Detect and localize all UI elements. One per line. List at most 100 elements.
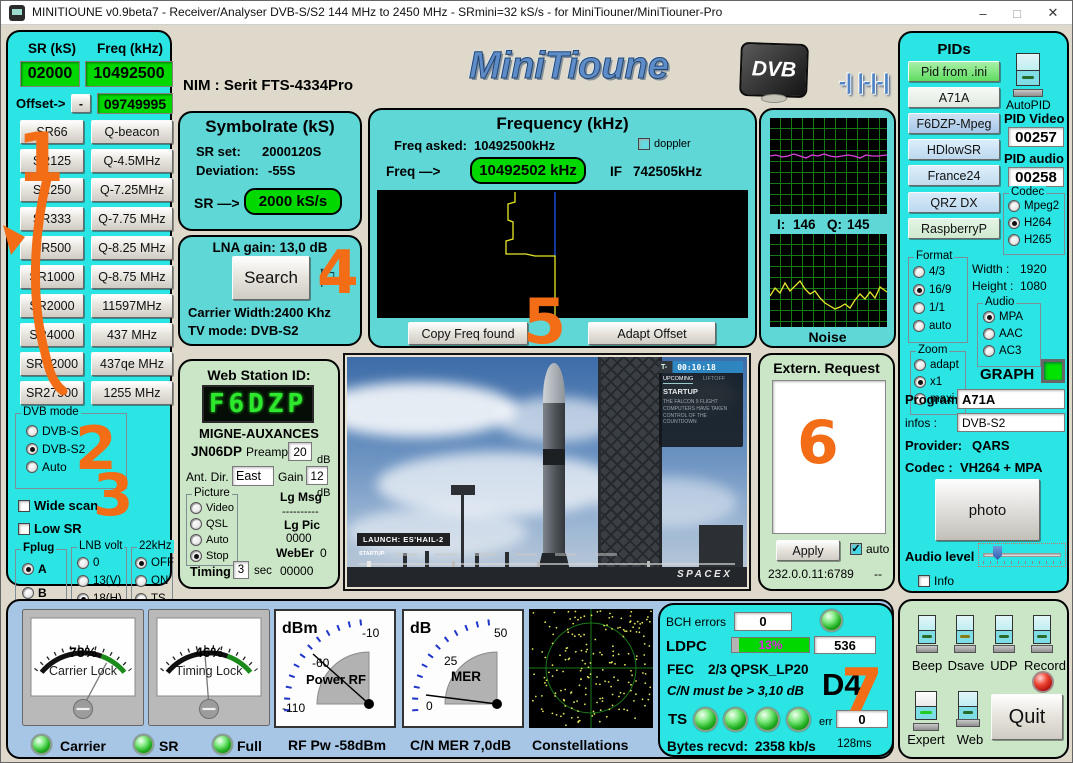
radio-format-43[interactable]: 4/3 [913,266,945,278]
pid-f6dzp-button[interactable]: F6DZP-Mpeg [908,113,1000,134]
graph-indicator[interactable] [1041,359,1065,383]
auto-checkbox[interactable]: auto [850,542,889,556]
adapt-offset-button[interactable]: Adapt Offset [588,322,716,345]
maximize-button[interactable]: □ [1000,1,1034,25]
radio-label: B [38,586,47,600]
hud-headline: STARTUP [663,387,698,396]
pid-raspberryp-button[interactable]: RaspberryP [908,218,1000,239]
info-checkbox[interactable]: Info [918,574,954,588]
radio-dvb-s[interactable]: DVB-S [26,424,79,438]
radio-format-169[interactable]: 16/9 [913,284,951,296]
freq-preset-button[interactable]: 437 MHz [91,323,173,347]
photo-button[interactable]: photo [935,479,1040,541]
radio-zoom-adapt[interactable]: adapt [914,359,959,371]
timing-field[interactable]: 3 [233,561,249,579]
web-switch[interactable] [956,691,980,727]
audio-level-label: Audio level [905,550,974,565]
offset-minus-button[interactable]: - [71,94,91,113]
freq-preset-button[interactable]: Q-7.25MHz [91,178,173,202]
radio-dvb-s2[interactable]: DVB-S2 [26,442,85,456]
radio-format-11[interactable]: 1/1 [913,302,945,314]
freq-value-field[interactable]: 10492500 [85,61,173,87]
pid-hdlowsr-button[interactable]: HDlowSR [908,139,1000,160]
pid-from-ini-button[interactable]: Pid from .ini [908,61,1000,82]
pid-audio-field[interactable]: 00258 [1008,167,1064,187]
radio-codec-h265[interactable]: H265 [1008,234,1052,246]
sr-preset-button[interactable]: SR4000 [20,323,84,347]
mer-tick-lo: 0 [426,699,433,713]
antdir-field[interactable]: East [232,466,274,486]
search-button[interactable]: Search [232,256,310,300]
offset-value-field[interactable]: 09749995 [97,93,173,114]
sr-preset-button[interactable]: SR125 [20,149,84,173]
record-switch[interactable] [1031,615,1053,653]
minimize-button[interactable]: – [966,1,1000,25]
radio-picture-stop[interactable]: Stop [190,550,229,562]
radio-fplug-b[interactable]: B [22,586,47,600]
low-sr-checkbox[interactable]: Low SR [18,521,82,536]
extern-request-box[interactable] [772,380,886,534]
radio-lnb-13v[interactable]: 13(V) [77,575,121,587]
sr-preset-button[interactable]: SR22000 [20,352,84,376]
freq-preset-button[interactable]: Q-beacon [91,120,173,144]
radio-22khz-on[interactable]: ON [135,575,168,587]
radio-audio-ac3[interactable]: AC3 [983,345,1021,357]
freq-preset-button[interactable]: Q-8.25 MHz [91,236,173,260]
switch-indicator [963,711,973,714]
beep-switch[interactable] [916,615,938,653]
freq-preset-button[interactable]: Q-8.75 MHz [91,265,173,289]
radio-zoom-x1[interactable]: x1 [914,376,942,388]
radio-lnb-0[interactable]: 0 [77,557,99,569]
slider-thumb[interactable] [993,546,1002,560]
expert-switch[interactable] [913,691,939,731]
radio-picture-qsl[interactable]: QSL [190,518,228,530]
autopid-switch[interactable] [1013,53,1043,97]
freq-preset-button[interactable]: 1255 MHz [91,381,173,405]
pid-france24-button[interactable]: France24 [908,165,1000,186]
gain-field[interactable]: 12 [306,466,328,485]
freq-preset-button[interactable]: Q-4.5MHz [91,149,173,173]
radio-picture-auto[interactable]: Auto [190,534,229,546]
pid-a71a-button[interactable]: A71A [908,87,1000,108]
radio-codec-mpeg2[interactable]: Mpeg2 [1008,200,1059,212]
extern-address: 232.0.0.11:6789 [768,568,854,582]
radio-audio-aac[interactable]: AAC [983,328,1023,340]
preamp-field[interactable]: 20 [288,442,312,461]
radio-format-auto[interactable]: auto [913,320,951,332]
sr-value-field[interactable]: 02000 [20,61,80,87]
udp-switch[interactable] [993,615,1015,653]
apply-button[interactable]: Apply [776,540,840,561]
sr-preset-button[interactable]: SR1000 [20,265,84,289]
flag-icon[interactable]: ⚐ [316,265,338,294]
dsave-switch[interactable] [954,615,976,653]
freq-preset-button[interactable]: Q-7.75 MHz [91,207,173,231]
sr-preset-button[interactable]: SR250 [20,178,84,202]
infos-field[interactable]: DVB-S2 [957,413,1065,432]
pid-qrzdx-button[interactable]: QRZ DX [908,192,1000,213]
audio-level-slider[interactable] [978,543,1066,567]
beep-label: Beep [908,659,946,674]
radio-dvb-auto[interactable]: Auto [26,460,67,474]
copy-freq-button[interactable]: Copy Freq found [408,322,528,345]
radio-label: DVB-S [42,424,79,438]
radio-audio-mpa[interactable]: MPA [983,311,1023,323]
sr-preset-button[interactable]: SR2000 [20,294,84,318]
close-button[interactable]: ✕ [1036,1,1070,25]
sr-preset-button[interactable]: SR500 [20,236,84,260]
quit-button[interactable]: Quit [991,694,1063,740]
radio-picture-video[interactable]: Video [190,502,234,514]
if-value: 742505kHz [633,164,702,180]
sr-preset-button[interactable]: SR66 [20,120,84,144]
sr-preset-button[interactable]: SR27500 [20,381,84,405]
symbolrate-panel: Symbolrate (kS) SR set: 2000120S Deviati… [178,111,362,231]
radio-22khz-off[interactable]: OFF [135,557,174,569]
program-field[interactable]: A71A [957,389,1065,409]
doppler-checkbox[interactable]: doppler [638,138,691,150]
sr-preset-button[interactable]: SR333 [20,207,84,231]
radio-codec-h264[interactable]: H264 [1008,217,1052,229]
pid-video-field[interactable]: 00257 [1008,127,1064,147]
freq-preset-button[interactable]: 11597MHz [91,294,173,318]
radio-fplug-a[interactable]: A [22,562,47,576]
wide-scan-checkbox[interactable]: Wide scan [18,498,98,513]
freq-preset-button[interactable]: 437qe MHz [91,352,173,376]
